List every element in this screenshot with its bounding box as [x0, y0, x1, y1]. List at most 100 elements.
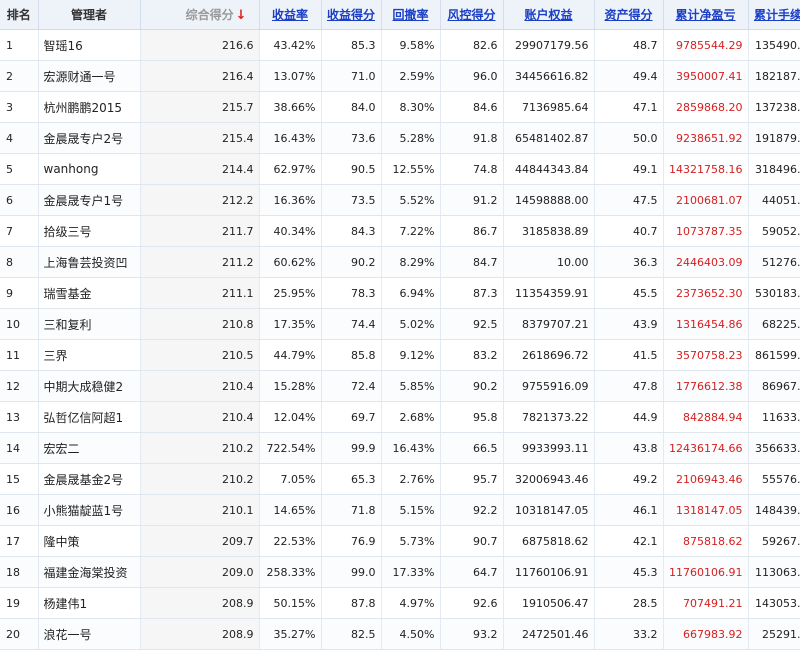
- cell-total-score: 216.6: [140, 29, 260, 61]
- cell-drawdown: 4.50%: [381, 618, 441, 650]
- cell-return-rate: 22.53%: [259, 525, 322, 557]
- cell-net-profit: 2106943.46: [663, 463, 749, 495]
- cell-equity: 14598888.00: [503, 184, 595, 216]
- header-equity[interactable]: 账户权益: [503, 0, 595, 30]
- cell-equity: 10.00: [503, 246, 595, 278]
- cell-risk-score: 93.2: [440, 618, 504, 650]
- cell-equity: 11760106.91: [503, 556, 595, 588]
- cell-return-score: 84.0: [321, 91, 382, 123]
- cell-return-score: 76.9: [321, 525, 382, 557]
- cell-drawdown: 9.58%: [381, 29, 441, 61]
- cell-asset-score: 41.5: [594, 339, 664, 371]
- cell-total-score: 215.4: [140, 122, 260, 154]
- cell-equity: 44844343.84: [503, 153, 595, 185]
- cell-fees: 51276.91: [748, 246, 800, 278]
- cell-risk-score: 87.3: [440, 277, 504, 309]
- cell-risk-score: 95.8: [440, 401, 504, 433]
- cell-net-profit: 3570758.23: [663, 339, 749, 371]
- cell-asset-score: 44.9: [594, 401, 664, 433]
- cell-risk-score: 92.5: [440, 308, 504, 340]
- header-drawdown[interactable]: 回撤率: [381, 0, 441, 30]
- cell-net-profit: 2373652.30: [663, 277, 749, 309]
- cell-drawdown: 8.29%: [381, 246, 441, 278]
- cell-return-rate: 44.79%: [259, 339, 322, 371]
- cell-drawdown: 16.43%: [381, 432, 441, 464]
- cell-equity: 7821373.22: [503, 401, 595, 433]
- cell-risk-score: 66.5: [440, 432, 504, 464]
- table-row: 2 宏源财通一号 216.4 13.07% 71.0 2.59% 96.0 34456616.…: [0, 60, 800, 92]
- cell-return-rate: 43.42%: [259, 29, 322, 61]
- cell-net-profit: 667983.92: [663, 618, 749, 650]
- cell-return-rate: 25.95%: [259, 277, 322, 309]
- table-row: 20 浪花一号 208.9 35.27% 82.5 4.50% 93.2 2472501.46…: [0, 618, 800, 650]
- cell-return-score: 99.0: [321, 556, 382, 588]
- cell-drawdown: 5.28%: [381, 122, 441, 154]
- header-risk-score[interactable]: 风控得分: [440, 0, 504, 30]
- cell-risk-score: 90.7: [440, 525, 504, 557]
- cell-asset-score: 50.0: [594, 122, 664, 154]
- cell-drawdown: 7.22%: [381, 215, 441, 247]
- cell-risk-score: 92.2: [440, 494, 504, 526]
- cell-total-score: 211.1: [140, 277, 260, 309]
- cell-manager: 中期大成稳健2: [38, 370, 141, 402]
- cell-drawdown: 12.55%: [381, 153, 441, 185]
- cell-return-score: 71.8: [321, 494, 382, 526]
- header-fees[interactable]: 累计手续费: [748, 0, 800, 30]
- cell-total-score: 214.4: [140, 153, 260, 185]
- header-return-rate[interactable]: 收益率: [259, 0, 322, 30]
- cell-rank: 15: [0, 463, 39, 495]
- cell-manager: 隆中策: [38, 525, 141, 557]
- table-row: 12 中期大成稳健2 210.4 15.28% 72.4 5.85% 90.2 9755916…: [0, 370, 800, 402]
- cell-risk-score: 84.6: [440, 91, 504, 123]
- table-row: 17 隆中策 209.7 22.53% 76.9 5.73% 90.7 6875818.62 4…: [0, 525, 800, 557]
- cell-rank: 19: [0, 587, 39, 619]
- cell-manager: 三界: [38, 339, 141, 371]
- cell-manager: 福建金海棠投资: [38, 556, 141, 588]
- cell-net-profit: 2859868.20: [663, 91, 749, 123]
- cell-manager: 智瑶16: [38, 29, 141, 61]
- cell-return-rate: 14.65%: [259, 494, 322, 526]
- header-return-score[interactable]: 收益得分: [321, 0, 382, 30]
- cell-return-score: 90.5: [321, 153, 382, 185]
- header-asset-score[interactable]: 资产得分: [594, 0, 664, 30]
- cell-net-profit: 3950007.41: [663, 60, 749, 92]
- cell-manager: 杨建伟1: [38, 587, 141, 619]
- cell-rank: 4: [0, 122, 39, 154]
- table-row: 1 智瑶16 216.6 43.42% 85.3 9.58% 82.6 29907179.56…: [0, 29, 800, 61]
- cell-manager: 宏源财通一号: [38, 60, 141, 92]
- cell-equity: 6875818.62: [503, 525, 595, 557]
- cell-asset-score: 28.5: [594, 587, 664, 619]
- cell-equity: 9755916.09: [503, 370, 595, 402]
- table-row: 19 杨建伟1 208.9 50.15% 87.8 4.97% 92.6 1910506.47…: [0, 587, 800, 619]
- cell-fees: 59267.31: [748, 525, 800, 557]
- table-row: 14 宏宏二 210.2 722.54% 99.9 16.43% 66.5 9933993.1…: [0, 432, 800, 464]
- header-total-score[interactable]: 综合得分 ↓: [140, 0, 260, 30]
- cell-rank: 10: [0, 308, 39, 340]
- cell-manager: 小熊猫靛蓝1号: [38, 494, 141, 526]
- cell-asset-score: 43.9: [594, 308, 664, 340]
- cell-total-score: 210.2: [140, 432, 260, 464]
- cell-rank: 12: [0, 370, 39, 402]
- cell-asset-score: 36.3: [594, 246, 664, 278]
- cell-equity: 7136985.64: [503, 91, 595, 123]
- cell-drawdown: 5.02%: [381, 308, 441, 340]
- cell-drawdown: 2.59%: [381, 60, 441, 92]
- cell-manager: 宏宏二: [38, 432, 141, 464]
- cell-manager: 金晨晟专户2号: [38, 122, 141, 154]
- cell-drawdown: 5.85%: [381, 370, 441, 402]
- table-row: 10 三和复利 210.8 17.35% 74.4 5.02% 92.5 8379707.21…: [0, 308, 800, 340]
- cell-asset-score: 48.7: [594, 29, 664, 61]
- header-rank: 排名: [0, 0, 39, 30]
- header-manager: 管理者: [38, 0, 141, 30]
- cell-total-score: 208.9: [140, 587, 260, 619]
- cell-fees: 44051.46: [748, 184, 800, 216]
- cell-net-profit: 1318147.05: [663, 494, 749, 526]
- header-net-profit[interactable]: 累计净盈亏: [663, 0, 749, 30]
- cell-return-score: 65.3: [321, 463, 382, 495]
- cell-drawdown: 9.12%: [381, 339, 441, 371]
- cell-drawdown: 2.76%: [381, 463, 441, 495]
- cell-manager: wanhong: [38, 153, 141, 185]
- cell-net-profit: 12436174.66: [663, 432, 749, 464]
- cell-asset-score: 49.2: [594, 463, 664, 495]
- cell-total-score: 216.4: [140, 60, 260, 92]
